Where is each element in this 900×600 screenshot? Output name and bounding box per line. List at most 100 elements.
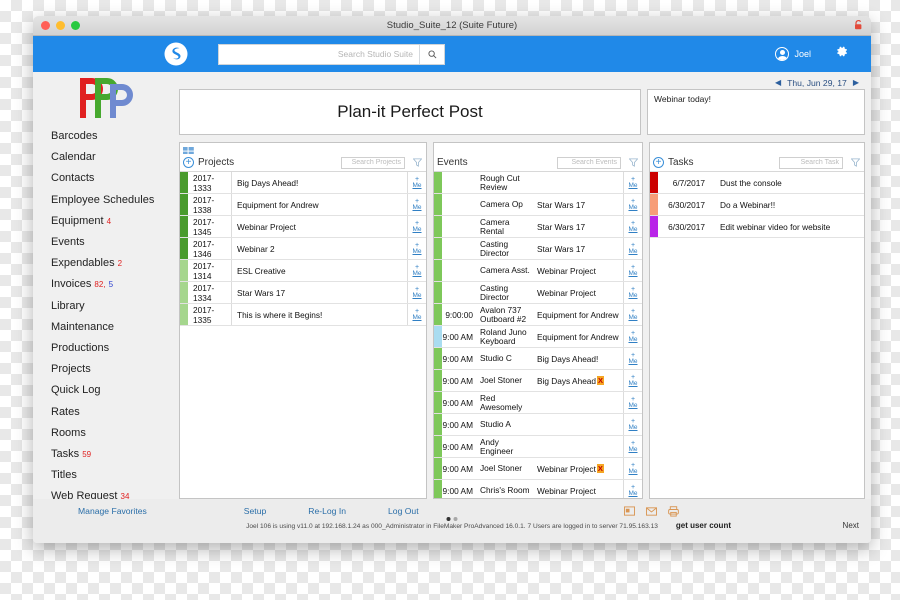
assign-to-me-button[interactable]: + Me — [407, 194, 426, 215]
sidebar-item-maintenance[interactable]: Maintenance — [51, 317, 179, 338]
get-user-count-button[interactable]: get user count — [676, 521, 731, 530]
triangle-left-icon[interactable]: ◀ — [775, 78, 781, 87]
event-row[interactable]: 9:00 AM Joel Stoner Big Days Ahead X + Me — [434, 370, 642, 392]
sidebar-item-quick-log[interactable]: Quick Log — [51, 380, 179, 401]
assign-to-me-button[interactable]: + Me — [623, 282, 642, 303]
event-row[interactable]: 9:00:00 Avalon 737 Outboard #2 Equipment f… — [434, 304, 642, 326]
sidebar-item-events[interactable]: Events — [51, 232, 179, 253]
daily-note-card[interactable]: Webinar today! — [647, 89, 865, 135]
filter-funnel-icon[interactable] — [412, 154, 423, 172]
event-row[interactable]: 9:00 AM Joel Stoner Webinar Project X + Me — [434, 458, 642, 480]
lock-icon[interactable] — [854, 19, 863, 33]
project-row[interactable]: 2017-1346 Webinar 2 + Me — [180, 238, 426, 260]
next-link[interactable]: Next — [843, 521, 859, 530]
project-row[interactable]: 2017-1335 This is where it Begins! + Me — [180, 304, 426, 326]
filter-funnel-icon[interactable] — [850, 154, 861, 172]
sidebar-item-rates[interactable]: Rates — [51, 402, 179, 423]
sidebar-item-rooms[interactable]: Rooms — [51, 423, 179, 444]
filter-funnel-icon[interactable] — [628, 154, 639, 172]
sidebar-item-titles[interactable]: Titles — [51, 465, 179, 486]
assign-to-me-button[interactable]: + Me — [407, 260, 426, 281]
assign-to-me-button[interactable]: + Me — [623, 304, 642, 325]
add-project-button[interactable]: + — [183, 157, 194, 168]
assign-to-me-button[interactable]: + Me — [623, 260, 642, 281]
assign-to-me-button[interactable]: + Me — [623, 414, 642, 435]
assign-to-me-button[interactable]: + Me — [623, 392, 642, 413]
media-icon[interactable] — [624, 504, 635, 516]
sidebar-item-projects[interactable]: Projects — [51, 359, 179, 380]
event-row[interactable]: Casting Director Star Wars 17 + Me — [434, 238, 642, 260]
projects-search-input[interactable] — [341, 156, 405, 169]
status-color-swatch — [434, 304, 442, 325]
sidebar-item-expendables[interactable]: Expendables 2 — [51, 253, 179, 274]
event-row[interactable]: Camera Op Star Wars 17 + Me — [434, 194, 642, 216]
pagination-dots[interactable] — [446, 517, 458, 521]
event-row[interactable]: 9:00 AM Chris's Room Webinar Project + Me — [434, 480, 642, 498]
sidebar-item-calendar[interactable]: Calendar — [51, 147, 179, 168]
events-search-input[interactable] — [557, 156, 621, 169]
add-task-button[interactable]: + — [653, 157, 664, 168]
assign-to-me-button[interactable]: + Me — [623, 238, 642, 259]
sidebar-item-contacts[interactable]: Contacts — [51, 168, 179, 189]
project-row[interactable]: 2017-1334 Star Wars 17 + Me — [180, 282, 426, 304]
task-row[interactable]: 6/30/2017 Do a Webinar!! — [650, 194, 864, 216]
sidebar-item-employee-schedules[interactable]: Employee Schedules — [51, 190, 179, 211]
relog-in-link[interactable]: Re-Log In — [308, 506, 346, 516]
event-row[interactable]: Rough Cut Review + Me — [434, 172, 642, 194]
assign-to-me-button[interactable]: + Me — [407, 216, 426, 237]
assign-to-me-button[interactable]: + Me — [407, 304, 426, 325]
assign-to-me-button[interactable]: + Me — [623, 370, 642, 391]
printer-icon[interactable] — [668, 504, 679, 517]
task-due-date: 6/30/2017 — [668, 199, 705, 210]
assign-to-me-button[interactable]: + Me — [623, 326, 642, 347]
search-button[interactable] — [419, 44, 444, 64]
assign-to-me-button[interactable]: + Me — [407, 282, 426, 303]
task-row[interactable]: 6/30/2017 Edit webinar video for website — [650, 216, 864, 238]
event-row[interactable]: 9:00 AM Andy Engineer + Me — [434, 436, 642, 458]
sidebar-item-invoices[interactable]: Invoices 82, 5 — [51, 274, 179, 295]
me-label: Me — [628, 247, 638, 255]
manage-favorites-link[interactable]: Manage Favorites — [78, 506, 147, 516]
task-row[interactable]: 6/7/2017 Dust the console — [650, 172, 864, 194]
sidebar-item-equipment[interactable]: Equipment 4 — [51, 211, 179, 232]
tasks-search-input[interactable] — [779, 156, 843, 169]
assign-to-me-button[interactable]: + Me — [623, 458, 642, 479]
grid-layout-icon[interactable] — [180, 143, 426, 156]
assign-to-me-button[interactable]: + Me — [623, 436, 642, 457]
user-menu[interactable]: Joel — [775, 47, 811, 61]
project-row[interactable]: 2017-1333 Big Days Ahead! + Me — [180, 172, 426, 194]
event-time: 9:00 AM — [442, 397, 473, 408]
assign-to-me-button[interactable]: + Me — [623, 348, 642, 369]
page-dot[interactable] — [453, 517, 458, 521]
triangle-right-icon[interactable]: ▶ — [853, 78, 859, 87]
project-row[interactable]: 2017-1338 Equipment for Andrew + Me — [180, 194, 426, 216]
sidebar-item-productions[interactable]: Productions — [51, 338, 179, 359]
envelope-icon[interactable] — [646, 504, 657, 516]
assign-to-me-button[interactable]: + Me — [623, 172, 642, 193]
event-name: Red Awesomely — [480, 392, 523, 412]
event-row[interactable]: 9:00 AM Red Awesomely + Me — [434, 392, 642, 414]
log-out-link[interactable]: Log Out — [388, 506, 419, 516]
assign-to-me-button[interactable]: + Me — [407, 172, 426, 193]
assign-to-me-button[interactable]: + Me — [623, 216, 642, 237]
event-row[interactable]: Casting Director Webinar Project + Me — [434, 282, 642, 304]
assign-to-me-button[interactable]: + Me — [623, 194, 642, 215]
sidebar-item-barcodes[interactable]: Barcodes — [51, 126, 179, 147]
project-row[interactable]: 2017-1314 ESL Creative + Me — [180, 260, 426, 282]
sidebar-item-library[interactable]: Library — [51, 296, 179, 317]
event-row[interactable]: 9:00 AM Roland Juno Keyboard Equipment for… — [434, 326, 642, 348]
page-dot-active[interactable] — [446, 517, 451, 521]
assign-to-me-button[interactable]: + Me — [407, 238, 426, 259]
event-row[interactable]: Camera Asst. Webinar Project + Me — [434, 260, 642, 282]
project-row[interactable]: 2017-1345 Webinar Project + Me — [180, 216, 426, 238]
sidebar-item-tasks[interactable]: Tasks 59 — [51, 444, 179, 465]
event-row[interactable]: 9:00 AM Studio A + Me — [434, 414, 642, 436]
event-project: Equipment for Andrew — [537, 331, 619, 342]
assign-to-me-button[interactable]: + Me — [623, 480, 642, 498]
global-search[interactable] — [218, 43, 445, 65]
settings-button[interactable] — [834, 44, 849, 64]
event-row[interactable]: Camera Rental Star Wars 17 + Me — [434, 216, 642, 238]
setup-link[interactable]: Setup — [244, 506, 266, 516]
event-row[interactable]: 9:00 AM Studio C Big Days Ahead! + Me — [434, 348, 642, 370]
search-input[interactable] — [219, 44, 419, 64]
